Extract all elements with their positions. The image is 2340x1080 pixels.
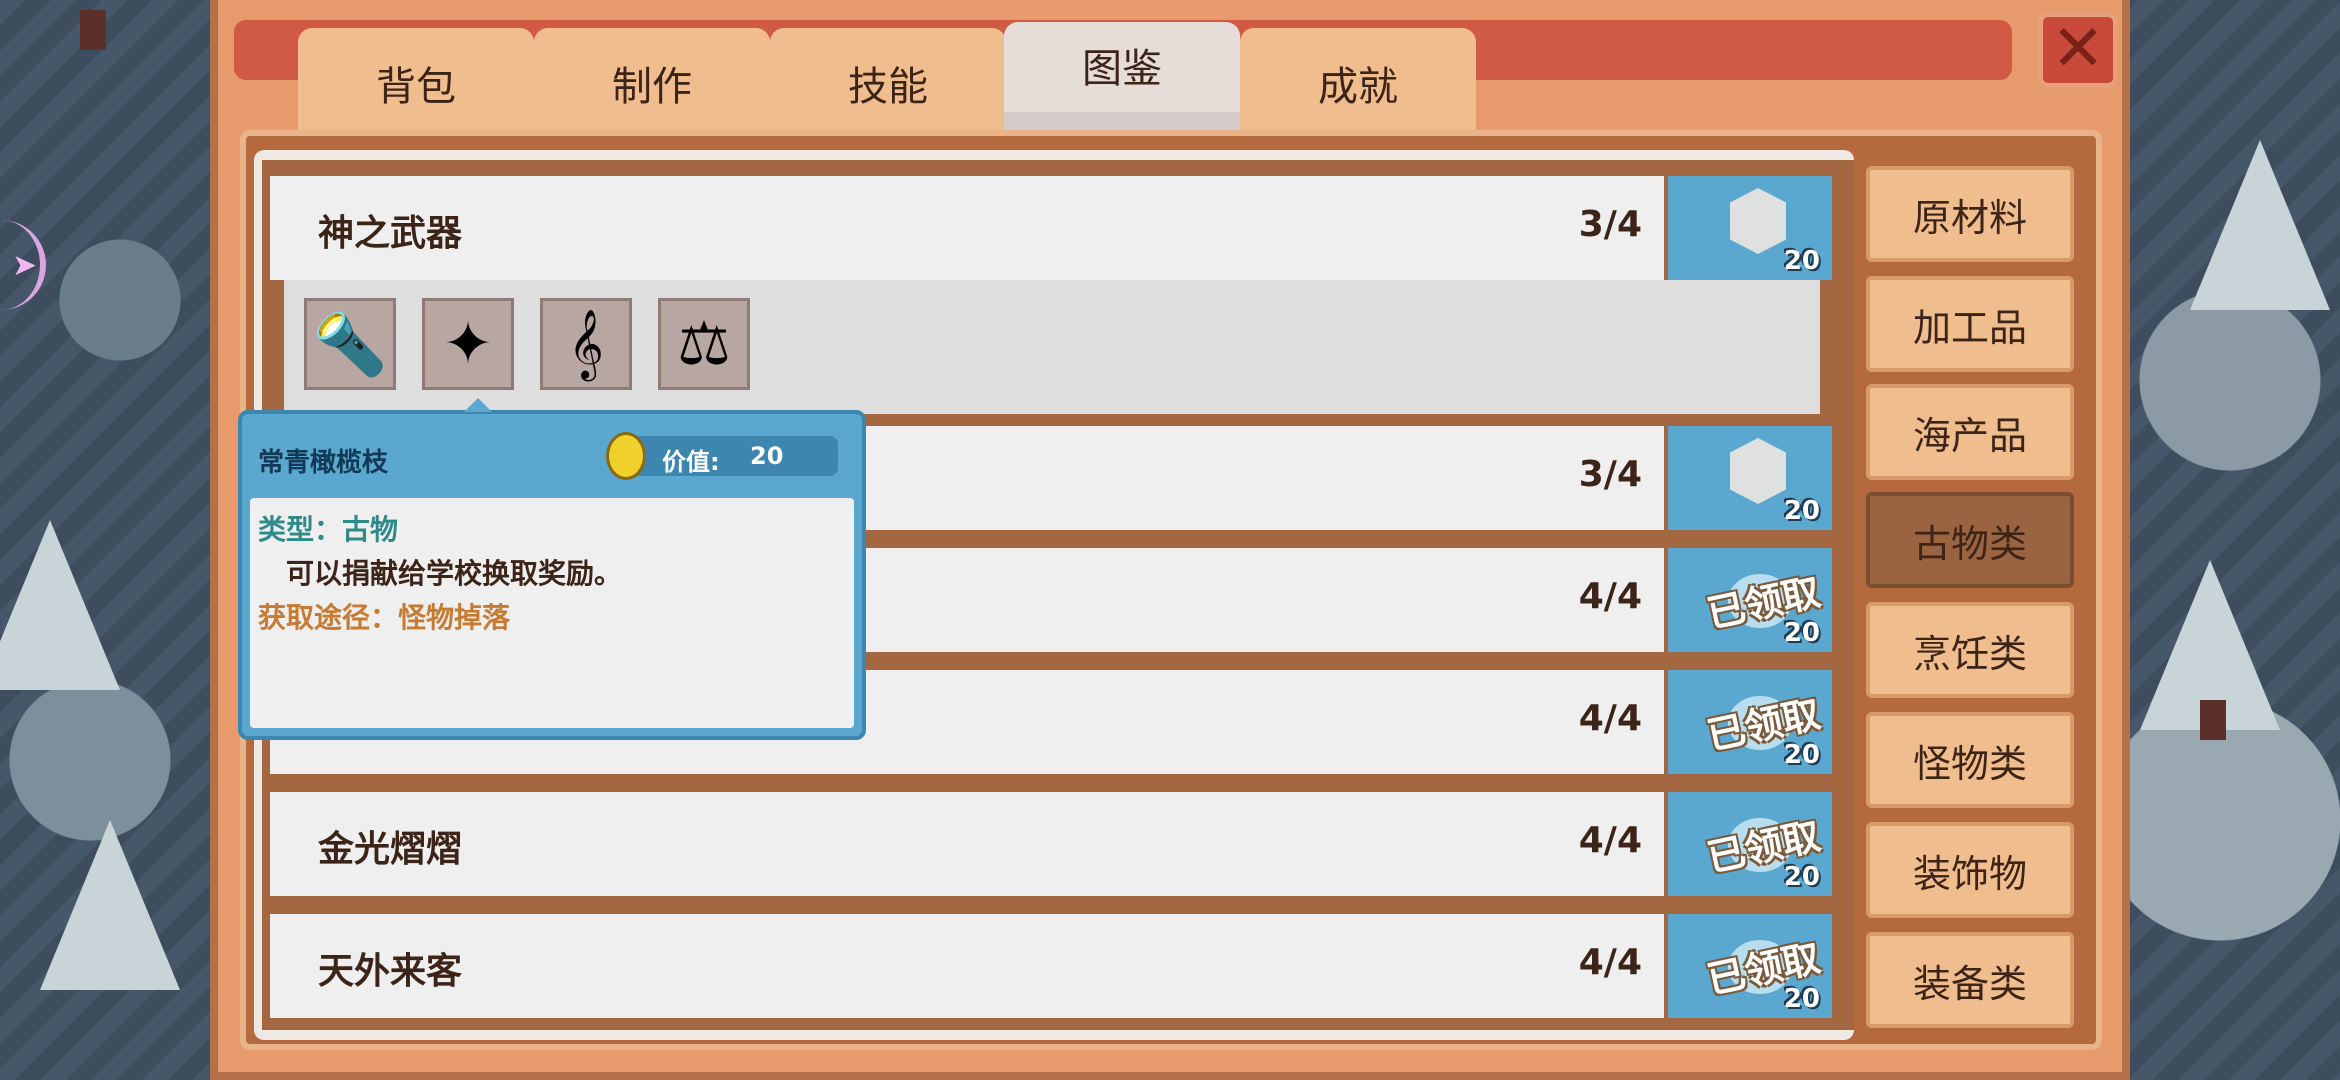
gold-coin-icon: [606, 432, 646, 480]
collection-progress: 3/4: [1578, 454, 1642, 495]
tab-skills[interactable]: 技能: [770, 28, 1006, 138]
category-equipment[interactable]: 装备类: [1866, 932, 2074, 1028]
category-cooking[interactable]: 烹饪类: [1866, 602, 2074, 698]
tooltip-pointer: [464, 398, 492, 412]
value-amount: 20: [750, 442, 784, 470]
silver-gem-icon: [1730, 438, 1786, 504]
item-source: 获取途径：怪物掉落: [258, 601, 511, 634]
reward-quantity: 20: [1783, 862, 1820, 892]
arrow-right-icon: ➤: [12, 248, 38, 283]
tab-backpack[interactable]: 背包: [298, 28, 534, 138]
collection-name: 神之武器: [318, 213, 463, 254]
collection-row[interactable]: 金光熠熠 4/4: [270, 792, 1664, 896]
unknown-silhouette-icon[interactable]: ✦: [422, 298, 514, 390]
collection-name: 天外来客: [318, 951, 463, 992]
reward-button[interactable]: 20: [1668, 426, 1832, 530]
close-icon: ✕: [2051, 12, 2105, 86]
item-tooltip: 常青橄榄枝 价值: 20 类型：古物 可以捐献给学校换取奖励。 获取途径：怪物掉…: [238, 398, 866, 740]
snowy-tree: [0, 520, 120, 690]
collection-row[interactable]: 神之武器 3/4: [270, 176, 1664, 280]
reward-button[interactable]: 20: [1668, 176, 1832, 280]
collection-progress: 4/4: [1578, 942, 1642, 983]
value-label: 价值:: [662, 448, 720, 476]
category-decorations[interactable]: 装饰物: [1866, 822, 2074, 918]
scales-icon[interactable]: ⚖: [658, 298, 750, 390]
collection-progress: 4/4: [1578, 576, 1642, 617]
snowy-tree: [2190, 140, 2330, 310]
category-antiques[interactable]: 古物类: [1866, 492, 2074, 588]
reward-claimed-badge: 已领取 20: [1668, 792, 1832, 896]
reward-quantity: 20: [1783, 740, 1820, 770]
reward-claimed-badge: 已领取 20: [1668, 548, 1832, 652]
collection-progress: 4/4: [1578, 698, 1642, 739]
reward-quantity: 20: [1783, 618, 1820, 648]
reward-quantity: 20: [1783, 246, 1820, 276]
lyre-icon[interactable]: 𝄞: [540, 298, 632, 390]
close-button[interactable]: ✕: [2038, 12, 2118, 88]
tooltip-item-name: 常青橄榄枝: [258, 448, 389, 478]
collection-name: 金光熠熠: [318, 829, 463, 870]
tab-achievements[interactable]: 成就: [1240, 28, 1476, 138]
category-monsters[interactable]: 怪物类: [1866, 712, 2074, 808]
reward-quantity: 20: [1783, 496, 1820, 526]
tab-crafting[interactable]: 制作: [534, 28, 770, 138]
collection-items-panel: [284, 280, 1820, 414]
collection-row[interactable]: 天外来客 4/4: [270, 914, 1664, 1018]
snowy-tree: [40, 820, 180, 990]
category-processed-goods[interactable]: 加工品: [1866, 276, 2074, 372]
tree-trunk: [80, 10, 106, 50]
category-seafood[interactable]: 海产品: [1866, 384, 2074, 480]
collection-progress: 4/4: [1578, 820, 1642, 861]
silver-gem-icon: [1730, 188, 1786, 254]
category-raw-materials[interactable]: 原材料: [1866, 166, 2074, 262]
reward-quantity: 20: [1783, 984, 1820, 1014]
item-description: 可以捐献给学校换取奖励。: [286, 557, 623, 590]
reward-claimed-badge: 已领取 20: [1668, 670, 1832, 774]
reward-claimed-badge: 已领取 20: [1668, 914, 1832, 1018]
item-type: 类型：古物: [258, 513, 399, 546]
torch-icon[interactable]: 🔦: [304, 298, 396, 390]
tree-trunk: [2200, 700, 2226, 740]
collection-progress: 3/4: [1578, 204, 1642, 245]
